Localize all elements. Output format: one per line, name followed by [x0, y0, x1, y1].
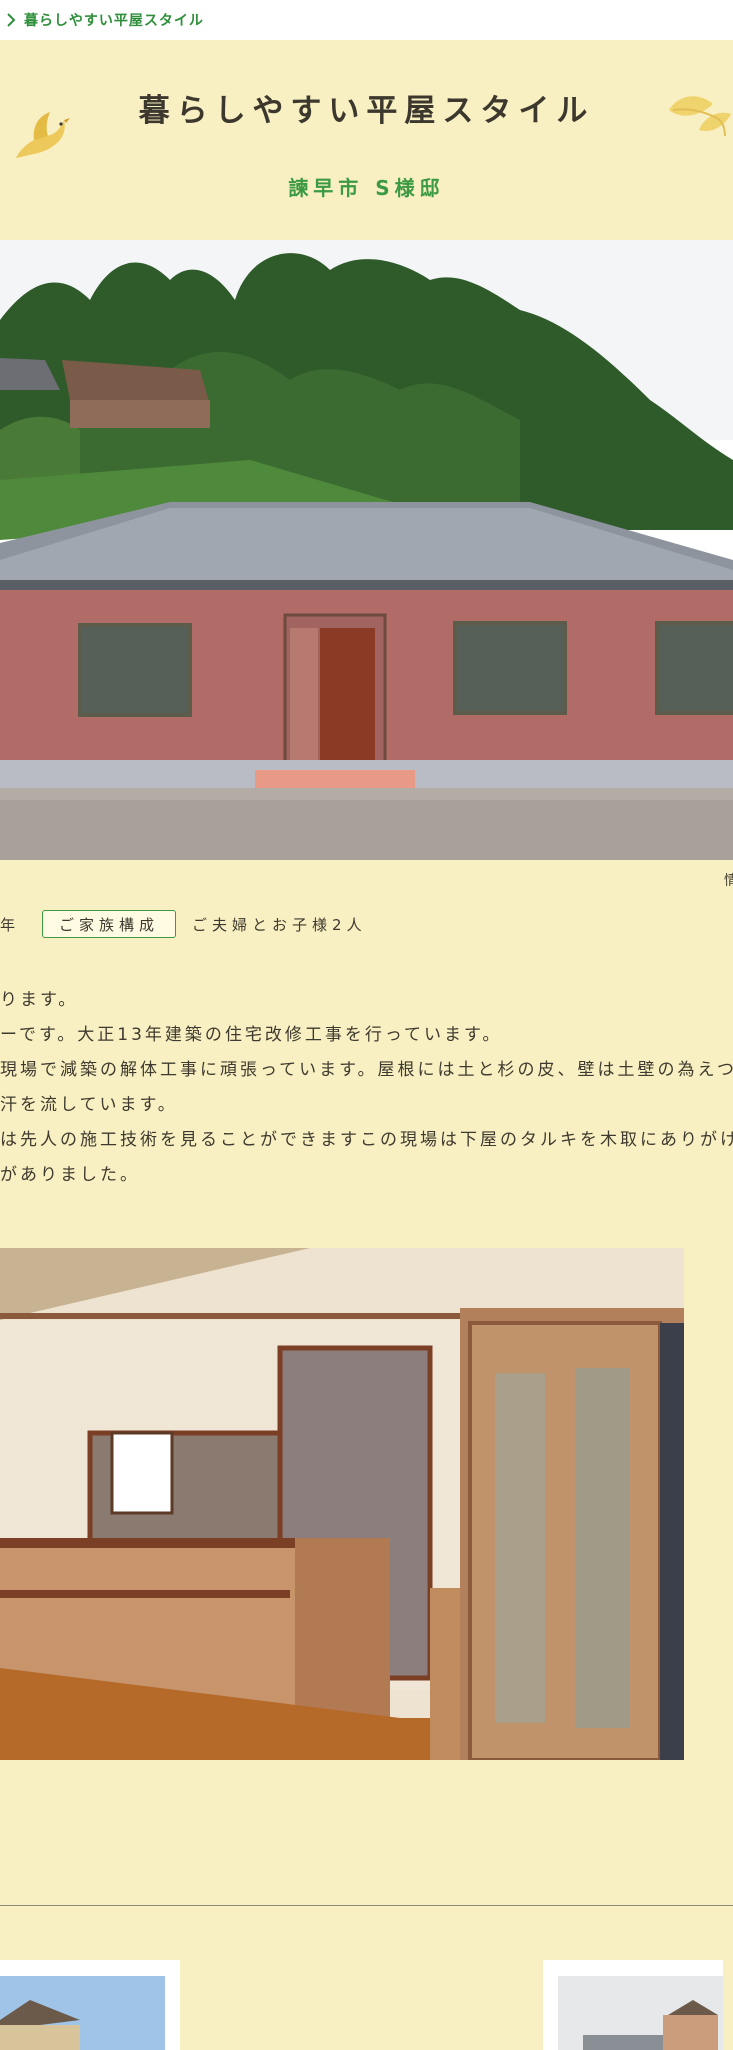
page-subtitle: 諫早市 S様邸 [288, 176, 445, 200]
hero-header: 暮らしやすい平屋スタイル 諫早市 S様邸 [0, 40, 733, 240]
related-project-card[interactable] [0, 1960, 180, 2050]
breadcrumb: 暮らしやすい平屋スタイル [0, 0, 733, 40]
description-line: ーです。大正13年建築の住宅改修工事を行っています。 [0, 1025, 503, 1045]
divider [0, 1905, 733, 1906]
interior-photo [0, 1248, 684, 1762]
description-line: 現場で減築の解体工事に頑張っています。屋根には土と杉の皮、壁は土壁の為えつりの竹 [0, 1060, 733, 1080]
family-value: ご夫婦とお子様2人 [192, 915, 367, 934]
description-line: がありました。 [0, 1165, 140, 1185]
description-line: は先人の施工技術を見ることができますこの現場は下屋のタルキを木取にありがけで施工 [0, 1130, 733, 1150]
chevron-right-icon [2, 11, 20, 29]
leaf-icon [665, 88, 733, 142]
family-label-badge: ご家族構成 [42, 910, 177, 938]
info-row: 年 ご家族構成 ご夫婦とお子様2人 [0, 908, 367, 940]
description-line: ります。 [0, 990, 79, 1010]
year-suffix: 年 [0, 915, 19, 934]
related-project-card[interactable] [543, 1960, 723, 2050]
house-exterior-photo [0, 240, 733, 860]
photo-caption-mark: 情 [724, 873, 733, 889]
breadcrumb-current-link[interactable]: 暮らしやすい平屋スタイル [24, 10, 204, 30]
description-text: ります。 ーです。大正13年建築の住宅改修工事を行っています。 現場で減築の解体… [0, 985, 733, 1195]
page-title: 暮らしやすい平屋スタイル [138, 93, 595, 129]
description-line: 汗を流しています。 [0, 1095, 178, 1115]
